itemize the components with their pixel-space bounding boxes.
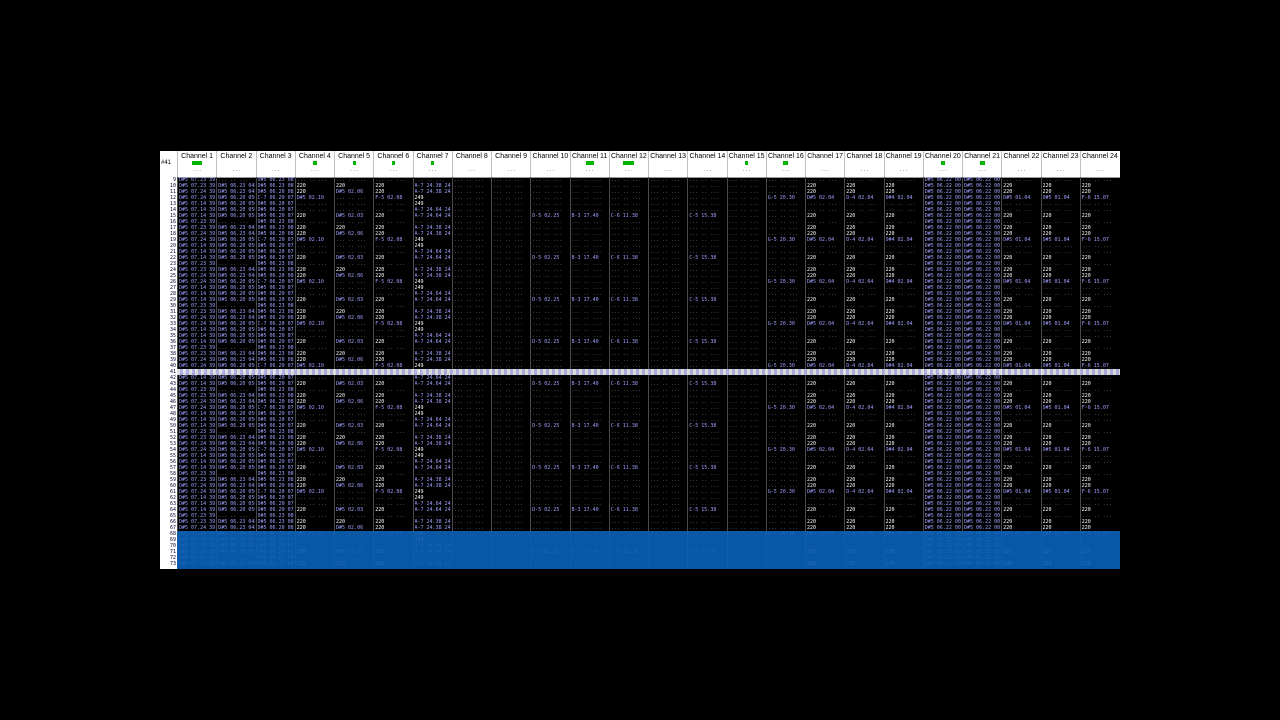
channel-dots: ...	[938, 167, 948, 173]
channel-header[interactable]: Channel 13...	[648, 151, 687, 177]
channel-header[interactable]: Channel 6...	[373, 151, 412, 177]
channel-title: Channel 6	[377, 153, 410, 160]
channel-dots: ...	[624, 167, 634, 173]
channel-dots: ...	[820, 167, 830, 173]
channel-title: Channel 13	[650, 153, 687, 160]
channel-header[interactable]: Channel 2...	[216, 151, 255, 177]
channel-header[interactable]: Channel 17...	[805, 151, 844, 177]
channel-header[interactable]: Channel 15...	[726, 151, 766, 177]
channel-vu-meter	[352, 161, 356, 165]
channel-header[interactable]: Channel 20...	[922, 151, 962, 177]
channel-dots: ...	[231, 167, 241, 173]
channel-vu-meter	[979, 161, 985, 165]
channel-title: Channel 2	[220, 153, 253, 160]
channel-dots: ...	[271, 167, 281, 173]
channel-header[interactable]: Channel 16...	[765, 151, 805, 177]
channel-vu-meter	[745, 161, 749, 165]
channel-dots: ...	[1056, 167, 1066, 173]
channel-dots: ...	[545, 167, 555, 173]
channel-header[interactable]: Channel 10...	[530, 151, 569, 177]
selection-block[interactable]	[177, 531, 1120, 569]
channel-dots: ...	[1016, 167, 1026, 173]
playback-cursor-row	[177, 369, 1120, 375]
channel-title: Channel 7	[416, 153, 449, 160]
channel-title: Channel 4	[298, 153, 331, 160]
channel-title: Channel 12	[610, 153, 647, 160]
channel-header[interactable]: Channel 18...	[844, 151, 883, 177]
channel-title: Channel 20	[924, 153, 961, 160]
channel-header[interactable]: Channel 7...	[412, 151, 452, 177]
channel-title: Channel 8	[455, 153, 488, 160]
channel-title: Channel 11	[571, 153, 608, 160]
channel-header[interactable]: Channel 23...	[1040, 151, 1080, 177]
channel-title: Channel 19	[885, 153, 922, 160]
channel-header[interactable]: Channel 22...	[1001, 151, 1040, 177]
row-number-column: 9 10 11 12 13 14 15 16 17 18 19 20 21 22 23 24 25 26 27 28 2…	[160, 177, 177, 569]
channel-title: Channel 15	[728, 153, 765, 160]
channel-dots: ...	[859, 167, 869, 173]
channel-dots: ...	[742, 167, 752, 173]
channel-vu-meter	[192, 161, 203, 165]
channel-header[interactable]: Channel 21...	[962, 151, 1001, 177]
channel-dots: ...	[977, 167, 987, 173]
channel-dots: ...	[585, 167, 595, 173]
channel-header[interactable]: Channel 1...	[177, 151, 216, 177]
channel-header[interactable]: Channel 5...	[334, 151, 373, 177]
channel-dots: ...	[899, 167, 909, 173]
channel-dots: ...	[702, 167, 712, 173]
channel-title: Channel 10	[532, 153, 569, 160]
channel-title: Channel 9	[495, 153, 528, 160]
channel-header[interactable]: Channel 3...	[255, 151, 295, 177]
channel-vu-meter	[623, 161, 635, 165]
channel-header[interactable]: Channel 11...	[569, 151, 609, 177]
channel-vu-meter	[431, 161, 435, 165]
channel-title: Channel 16	[767, 153, 804, 160]
pattern-editor[interactable]: #41 Channel 1... Channel 2... Channel 3...…	[160, 151, 1120, 569]
channel-header-bar: #41 Channel 1... Channel 2... Channel 3...…	[160, 151, 1120, 178]
channel-vu-meter	[940, 161, 945, 165]
pattern-grid[interactable]: 9 10 11 12 13 14 15 16 17 18 19 20 21 22 23 24 25 26 27 28 2…	[160, 177, 1120, 569]
channel-header[interactable]: Channel 14...	[687, 151, 726, 177]
channel-title: Channel 22	[1003, 153, 1040, 160]
channel-dots: ...	[781, 167, 791, 173]
channel-vu-meter	[783, 161, 789, 165]
channel-title: Channel 5	[338, 153, 371, 160]
channel-dots: ...	[388, 167, 398, 173]
channel-dots: ...	[663, 167, 673, 173]
channel-title: Channel 18	[846, 153, 883, 160]
channel-vu-meter	[391, 161, 395, 165]
channel-title: Channel 17	[807, 153, 844, 160]
channel-title: Channel 23	[1042, 153, 1079, 160]
channel-vu-meter	[585, 161, 594, 165]
channel-header[interactable]: Channel 9...	[491, 151, 530, 177]
channel-header[interactable]: Channel 8...	[451, 151, 491, 177]
pattern-number: #41	[161, 160, 172, 166]
channel-dots: ...	[192, 167, 202, 173]
channel-dots: ...	[349, 167, 359, 173]
channel-title: Channel 24	[1081, 153, 1118, 160]
channel-header[interactable]: Channel 4...	[294, 151, 334, 177]
channel-dots: ...	[506, 167, 516, 173]
channel-dots: ...	[310, 167, 320, 173]
channel-title: Channel 14	[689, 153, 726, 160]
channel-header[interactable]: Channel 12...	[608, 151, 648, 177]
channel-dots: ...	[1095, 167, 1105, 173]
row-number: 73	[169, 561, 176, 567]
channel-title: Channel 3	[259, 153, 292, 160]
channel-vu-meter	[312, 161, 317, 165]
channel-dots: ...	[467, 167, 477, 173]
channel-title: Channel 1	[181, 153, 214, 160]
channel-header[interactable]: Channel 24...	[1079, 151, 1119, 177]
channel-header[interactable]: Channel 19...	[883, 151, 923, 177]
channel-title: Channel 21	[964, 153, 1001, 160]
channel-dots: ...	[428, 167, 438, 173]
